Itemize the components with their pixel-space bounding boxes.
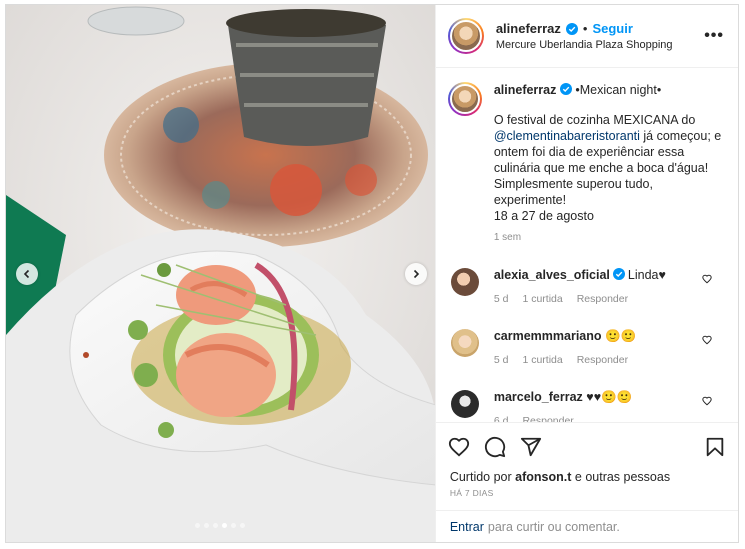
location-link[interactable]: Mercure Uberlandia Plaza Shopping <box>496 39 673 51</box>
caption-timestamp: 1 sem <box>493 232 522 243</box>
carousel-dot <box>231 523 237 528</box>
reply-button[interactable]: Responder <box>522 414 573 422</box>
comment-item: marcelo_ferraz ♥♥🙂🙂 6 d Responder <box>448 390 726 422</box>
post-photo[interactable] <box>6 5 435 542</box>
carousel-prev-button[interactable] <box>16 263 38 285</box>
verified-badge-icon <box>559 83 572 95</box>
login-link[interactable]: Entrar <box>450 520 484 534</box>
reply-button[interactable]: Responder <box>577 292 628 307</box>
carousel-dot <box>240 523 246 528</box>
caption-title: •Mexican night• <box>575 83 662 97</box>
comment-like-heart-icon[interactable] <box>702 396 712 406</box>
post-date: HÁ 7 DIAS <box>449 488 494 498</box>
bookmark-icon[interactable] <box>704 436 726 458</box>
commenter-avatar[interactable] <box>450 390 479 418</box>
comment-text: ♥♥🙂🙂 <box>586 390 633 404</box>
post-details-panel: alineferraz • Seguir Mercure Uberlandia … <box>434 5 738 542</box>
comment-item: carmemmmariano 🙂🙂 5 d 1 curtida Responder <box>448 329 726 368</box>
heart-icon[interactable] <box>448 436 470 458</box>
comment-age: 6 d <box>493 415 509 422</box>
post-header: alineferraz • Seguir Mercure Uberlandia … <box>435 5 738 68</box>
comment-likes-link[interactable]: 1 curtida <box>522 292 562 307</box>
action-bar <box>435 422 738 470</box>
comment-likes-link[interactable]: 1 curtida <box>522 353 562 368</box>
share-icon[interactable] <box>520 436 542 458</box>
verified-badge-icon <box>612 268 625 280</box>
commenter-avatar[interactable] <box>450 329 479 357</box>
likes-summary: Curtido por afonson.t e outras pessoas <box>449 470 671 484</box>
author-avatar[interactable] <box>447 18 484 54</box>
header-separator: • <box>582 21 588 36</box>
add-comment-text: para curtir ou comentar. <box>487 519 620 534</box>
carousel-dot <box>195 523 201 528</box>
comment-age: 5 d <box>493 293 509 305</box>
caption-username-link[interactable]: alineferraz <box>494 83 557 97</box>
more-options-icon[interactable]: ••• <box>704 27 724 45</box>
caption-text: O festival de cozinha MEXICANA do @clemen… <box>493 113 722 223</box>
reply-button[interactable]: Responder <box>577 353 628 368</box>
comment-list: alexia_alves_oficial Linda♥ 5 d 1 curtida Re… <box>448 268 726 422</box>
chevron-left-icon <box>23 269 30 279</box>
comment-item: alexia_alves_oficial Linda♥ 5 d 1 curtida Re… <box>448 268 726 307</box>
liker-username-link[interactable]: afonson.t <box>515 470 571 484</box>
comments-scroll-area[interactable]: alineferraz •Mexican night• O festival d… <box>436 68 738 422</box>
commenter-username-link[interactable]: carmemmmariano <box>494 329 602 343</box>
carousel-dot <box>222 523 228 528</box>
comment-text: Linda♥ <box>627 268 666 282</box>
add-comment-bar: Entrar para curtir ou comentar. <box>435 510 738 542</box>
carousel-dot <box>213 523 219 528</box>
comment-like-heart-icon[interactable] <box>702 335 712 345</box>
commenter-username-link[interactable]: marcelo_ferraz <box>494 390 583 404</box>
commenter-avatar[interactable] <box>450 268 479 296</box>
instagram-post-modal: alineferraz • Seguir Mercure Uberlandia … <box>5 4 739 543</box>
chevron-right-icon <box>413 269 420 279</box>
commenter-username-link[interactable]: alexia_alves_oficial <box>494 268 610 282</box>
carousel-next-button[interactable] <box>405 263 427 285</box>
caption-author-avatar[interactable] <box>447 82 482 116</box>
carousel-dot <box>204 523 210 528</box>
mention-link[interactable]: @clementinabareristoranti <box>494 129 640 143</box>
follow-button[interactable]: Seguir <box>592 21 632 36</box>
caption: alineferraz •Mexican night• O festival d… <box>447 82 726 246</box>
comment-text: 🙂🙂 <box>605 329 637 343</box>
carousel-indicator <box>6 523 435 528</box>
comment-icon[interactable] <box>484 436 506 458</box>
verified-badge-icon <box>565 22 578 35</box>
comment-age: 5 d <box>493 354 509 366</box>
comment-like-heart-icon[interactable] <box>702 274 712 284</box>
food-photo-image <box>6 5 435 542</box>
author-username-link[interactable]: alineferraz <box>496 21 561 36</box>
